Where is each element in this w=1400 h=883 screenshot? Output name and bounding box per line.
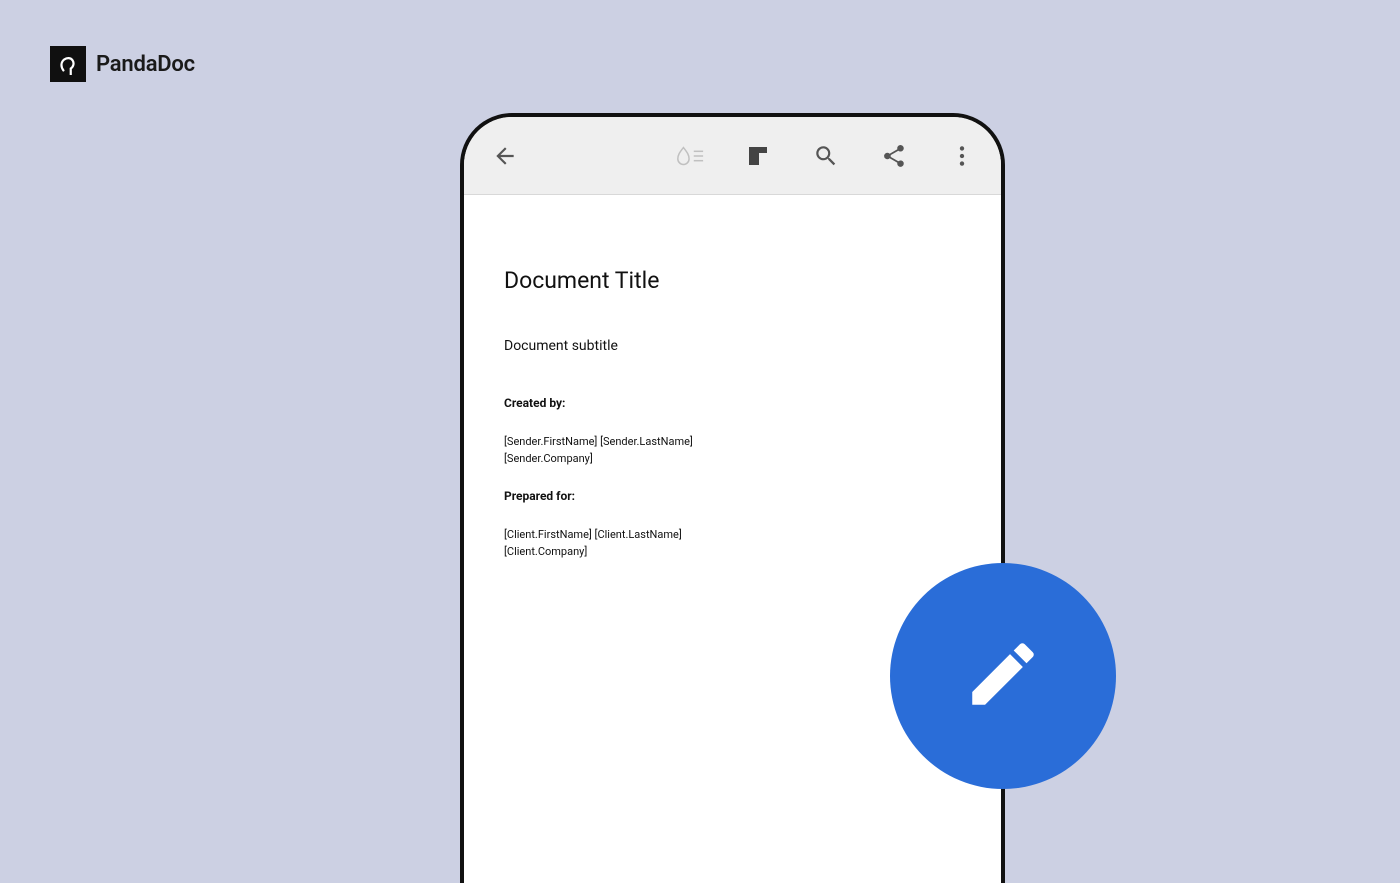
layout-icon[interactable] [743,141,773,171]
prepared-for-block: Prepared for: [Client.FirstName] [Client… [504,489,961,560]
document-subtitle: Document subtitle [504,338,961,354]
created-by-block: Created by: [Sender.FirstName] [Sender.L… [504,396,961,467]
client-company: [Client.Company] [504,544,961,561]
brand-logo: PandaDoc [50,46,195,82]
pencil-icon [962,633,1044,719]
more-vertical-icon[interactable] [947,141,977,171]
created-by-label: Created by: [504,396,961,410]
search-icon[interactable] [811,141,841,171]
document-body: Document Title Document subtitle Created… [464,195,1001,622]
prepared-for-label: Prepared for: [504,489,961,503]
back-arrow-icon[interactable] [490,141,520,171]
toolbar [464,117,1001,195]
share-icon[interactable] [879,141,909,171]
brand-mark-icon [50,46,86,82]
brand-name: PandaDoc [96,52,195,77]
toolbar-actions [675,141,977,171]
ink-drop-icon[interactable] [675,141,705,171]
document-title: Document Title [504,267,961,294]
sender-name: [Sender.FirstName] [Sender.LastName] [504,434,961,451]
sender-company: [Sender.Company] [504,451,961,468]
edit-fab-button[interactable] [890,563,1116,789]
phone-frame: Document Title Document subtitle Created… [460,113,1005,883]
client-name: [Client.FirstName] [Client.LastName] [504,527,961,544]
